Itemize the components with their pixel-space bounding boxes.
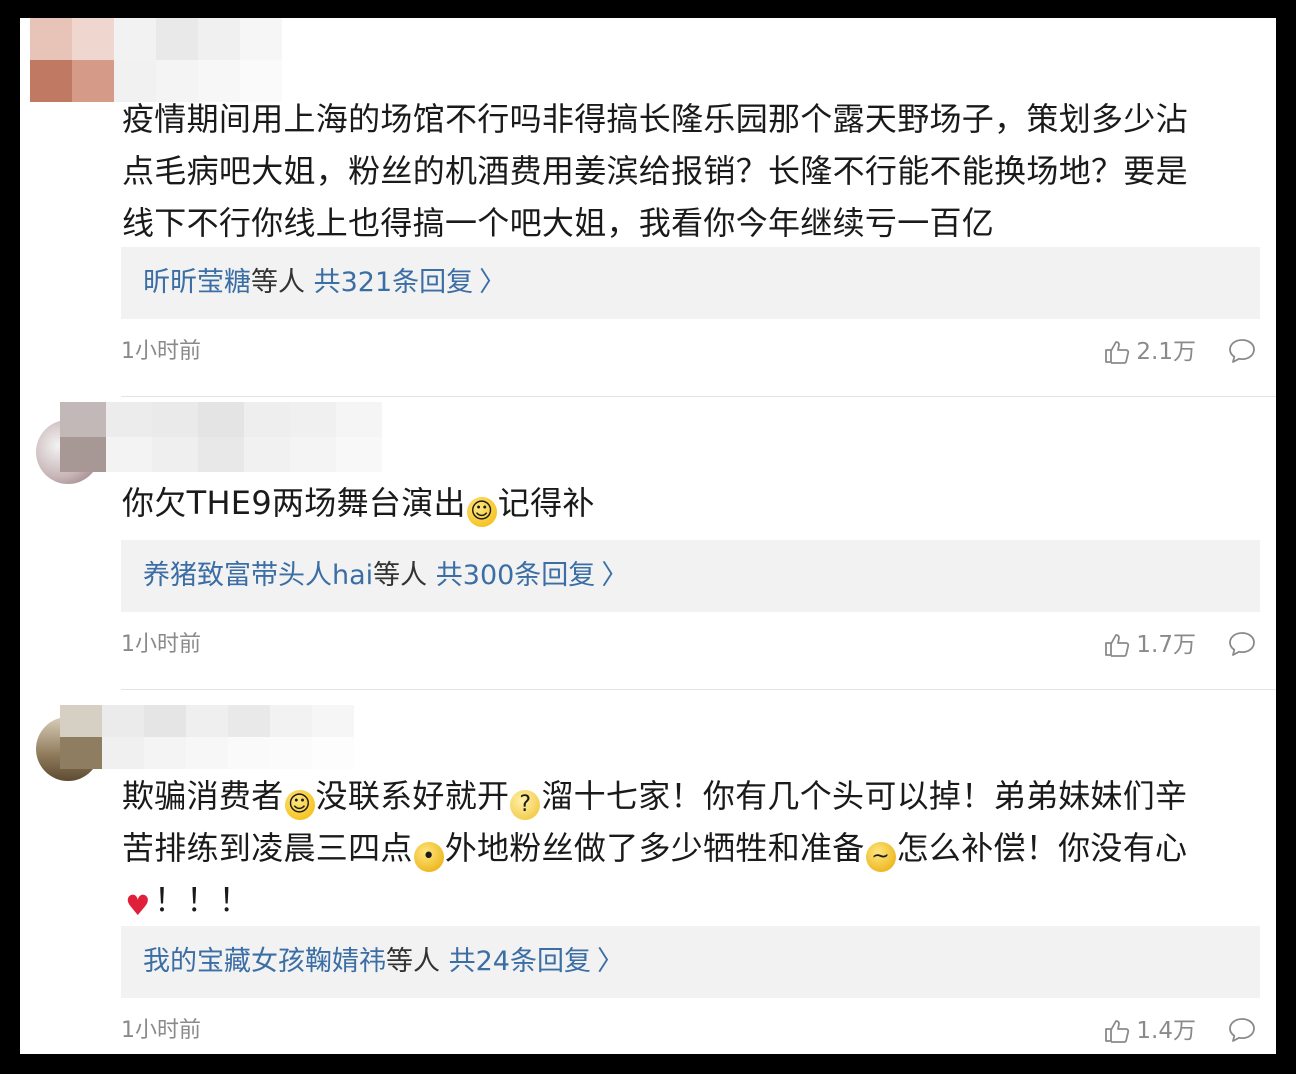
reply-suffix: 等人 [386, 946, 440, 977]
comment-segment: 苦排练到凌晨三四点 [122, 829, 413, 867]
comment-line: 疫情期间用上海的场馆不行吗非得搞长隆乐园那个露天野场子，策划多少沾 [122, 100, 1188, 138]
chevron-right-icon: 〉 [601, 560, 629, 591]
blurred-username [30, 18, 282, 102]
timestamp: 1小时前 [121, 632, 201, 657]
reply-count-link[interactable]: 共24条回复 [449, 946, 591, 977]
like-count: 1.4万 [1136, 1018, 1196, 1044]
timestamp: 1小时前 [121, 1018, 201, 1043]
comment-segment: 你欠THE9两场舞台演出 [122, 484, 466, 522]
reply-summary[interactable]: 我的宝藏女孩鞠婧祎等人 共24条回复〉 [121, 926, 1260, 998]
divider [121, 689, 1276, 690]
like-button[interactable]: 2.1万 [1104, 332, 1196, 372]
comment-segment: 外地粉丝做了多少牺牲和准备 [444, 829, 865, 867]
reply-suffix: 等人 [251, 267, 305, 298]
comment-meta: 1小时前 1.4万 [121, 1011, 1260, 1051]
blurred-username [60, 402, 382, 472]
comment-segment: 溜十七家！你有几个头可以掉！弟弟妹妹们辛 [541, 777, 1188, 815]
comment-text: 欺骗消费者 ☺ 没联系好就开? 溜十七家！你有几个头可以掉！弟弟妹妹们辛 苦排练到凌晨… [122, 770, 1252, 926]
chevron-right-icon: 〉 [596, 946, 624, 977]
chevron-right-icon: 〉 [479, 267, 507, 298]
smile-emoji-icon: ☺ [466, 497, 497, 527]
thumbs-up-icon [1105, 1020, 1130, 1043]
reply-count-link[interactable]: 共300条回复 [436, 560, 596, 591]
comment-line: ♥！！！ [122, 874, 1252, 926]
reply-summary[interactable]: 昕昕莹糖等人 共321条回复〉 [121, 247, 1260, 319]
reply-user-link[interactable]: 昕昕莹糖 [143, 267, 251, 298]
comment-bubble-icon[interactable] [1228, 1017, 1256, 1043]
comment-segment: 没联系好就开 [315, 777, 510, 815]
comment-list: 疫情期间用上海的场馆不行吗非得搞长隆乐园那个露天野场子，策划多少沾 点毛病吧大姐… [20, 18, 1276, 1054]
reply-summary[interactable]: 养猪致富带头人hai等人 共300条回复〉 [121, 540, 1260, 612]
comment-bubble-icon[interactable] [1228, 338, 1256, 364]
comment-bubble-icon[interactable] [1228, 631, 1256, 657]
reply-user-link[interactable]: 我的宝藏女孩鞠婧祎 [143, 946, 386, 977]
comment-meta: 1小时前 2.1万 [121, 332, 1260, 372]
comment-line: 线下不行你线上也得搞一个吧大姐，我看你今年继续亏一百亿 [122, 204, 995, 242]
comment-meta: 1小时前 1.7万 [121, 625, 1260, 665]
crying-emoji-icon: ~ [865, 842, 896, 872]
comment-segment: 欺骗消费者 [122, 777, 284, 815]
reply-count-link[interactable]: 共321条回复 [314, 267, 474, 298]
thinking-emoji-icon: ? [510, 790, 541, 820]
thumbs-up-icon [1105, 634, 1130, 657]
broken-heart-icon: ♥ [125, 889, 151, 922]
reply-suffix: 等人 [373, 560, 428, 591]
like-button[interactable]: 1.7万 [1104, 625, 1196, 665]
comment-segment: ！！！ [154, 881, 251, 919]
like-count: 1.7万 [1136, 632, 1196, 658]
timestamp: 1小时前 [121, 339, 201, 364]
reply-user-link[interactable]: 养猪致富带头人hai [143, 560, 373, 591]
thumbs-up-icon [1105, 341, 1130, 364]
eye-roll-emoji-icon: • [413, 842, 444, 872]
like-button[interactable]: 1.4万 [1104, 1011, 1196, 1051]
comment-segment: 记得补 [497, 484, 595, 522]
comment-text: 你欠THE9两场舞台演出 ☺ 记得补 [122, 477, 1252, 529]
blurred-username [60, 705, 356, 769]
smile-emoji-icon: ☺ [284, 790, 315, 820]
comment-text: 疫情期间用上海的场馆不行吗非得搞长隆乐园那个露天野场子，策划多少沾 点毛病吧大姐… [122, 93, 1252, 249]
divider [121, 396, 1276, 397]
comment-line: 苦排练到凌晨三四点 • 外地粉丝做了多少牺牲和准备 ~ 怎么补偿！你没有心 [122, 822, 1252, 874]
like-count: 2.1万 [1136, 339, 1196, 365]
comment-line: 点毛病吧大姐，粉丝的机酒费用姜滨给报销？长隆不行能不能换场地？要是 [122, 152, 1188, 190]
comment-line: 欺骗消费者 ☺ 没联系好就开? 溜十七家！你有几个头可以掉！弟弟妹妹们辛 [122, 770, 1252, 822]
comment-segment: 怎么补偿！你没有心 [896, 829, 1188, 867]
